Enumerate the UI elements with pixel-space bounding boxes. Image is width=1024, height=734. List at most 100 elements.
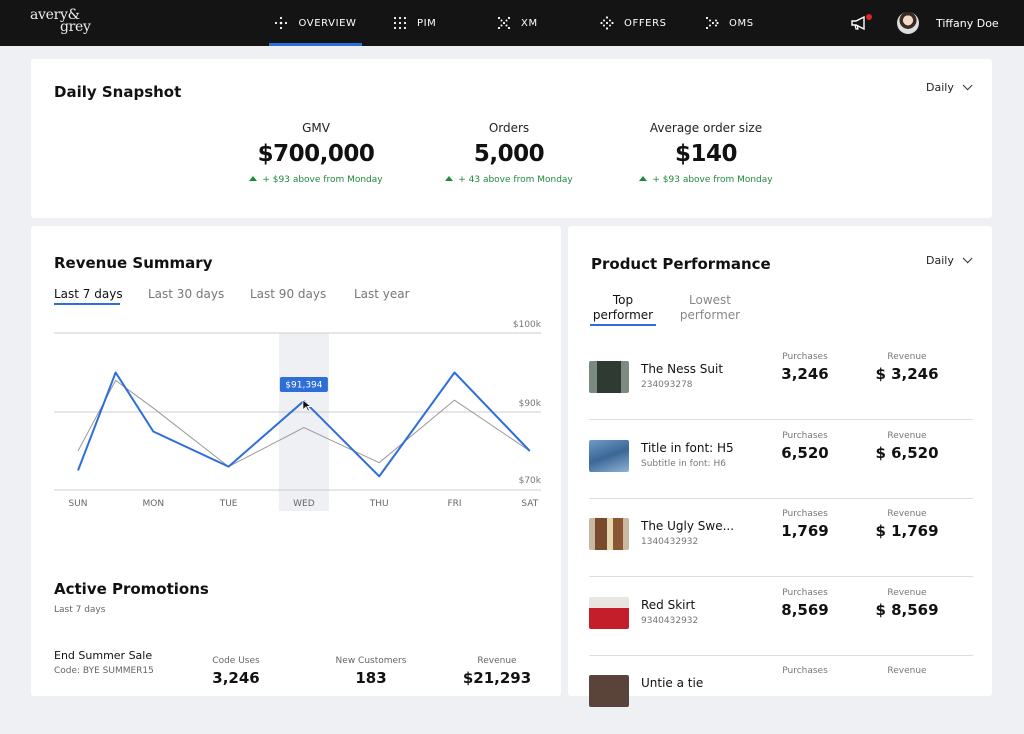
column-value: $ 6,520 <box>875 444 939 462</box>
x-tick-label: SUN <box>68 499 87 509</box>
dropdown-value: Daily <box>926 254 954 267</box>
promotion-code: Code: BYE SUMMER15 <box>54 666 154 676</box>
column-value: 6,520 <box>781 444 829 462</box>
nav-tab-offers[interactable]: OFFERS <box>600 0 667 46</box>
column-header: Code Uses <box>212 656 260 666</box>
metric-delta-text: + $93 above from Monday <box>262 175 383 185</box>
dropdown-value: Daily <box>926 81 954 94</box>
product-subtitle: Subtitle in font: H6 <box>641 459 726 469</box>
column-header: Purchases <box>782 509 828 519</box>
product-thumbnail <box>589 597 629 629</box>
column-header: Revenue <box>477 656 517 666</box>
column-header: Purchases <box>782 666 828 676</box>
column-header: Revenue <box>887 431 927 441</box>
nav-label: OVERVIEW <box>298 17 357 29</box>
promotion-new-customers: New Customers 183 <box>311 656 431 687</box>
notification-dot <box>866 14 872 20</box>
metric-value: $700,000 <box>257 141 375 167</box>
product-row[interactable]: Untie a tie Purchases Revenue <box>589 656 973 734</box>
tab-top-performer[interactable]: Top performer <box>590 293 656 323</box>
product-purchases: Purchases 6,520 <box>755 431 855 462</box>
nav-tab-pim[interactable]: PIM <box>393 0 436 46</box>
column-value: $21,293 <box>462 669 532 687</box>
snapshot-period-dropdown[interactable]: Daily <box>926 80 973 94</box>
metric-value: $140 <box>674 141 738 167</box>
product-name: The Ugly Swe... <box>641 519 735 533</box>
column-header: Revenue <box>887 509 927 519</box>
chevron-down-icon <box>962 80 973 91</box>
product-sku: 9340432932 <box>641 616 699 626</box>
column-header: Revenue <box>887 666 927 676</box>
column-value: $ 1,769 <box>875 522 939 540</box>
product-name: The Ness Suit <box>641 362 724 376</box>
column-header: Purchases <box>782 352 828 362</box>
active-tab-underline <box>590 324 656 326</box>
x-dots-icon <box>497 16 511 30</box>
y-tick-label: $100k <box>513 320 542 330</box>
product-period-dropdown[interactable]: Daily <box>926 253 973 267</box>
nav-label: OMS <box>729 17 754 29</box>
tab-label-line: Lowest <box>689 293 731 307</box>
column-value: 1,769 <box>781 522 829 540</box>
metric-label: Average order size <box>649 121 763 135</box>
promotion-code-uses: Code Uses 3,246 <box>176 656 296 687</box>
product-purchases: Purchases 8,569 <box>755 588 855 619</box>
column-header: Revenue <box>887 588 927 598</box>
nav-tab-oms[interactable]: OMS <box>705 0 754 46</box>
active-promotions-title: Active Promotions <box>54 580 209 598</box>
metric-gmv: GMV $700,000 + $93 above from Monday <box>216 121 416 185</box>
metric-delta: + $93 above from Monday <box>216 175 416 185</box>
active-tab-indicator <box>269 43 362 46</box>
x-tick-label: FRI <box>447 499 461 509</box>
column-header: New Customers <box>335 656 407 666</box>
product-name: Title in font: H5 <box>641 441 734 455</box>
metric-average-order-size: Average order size $140 + $93 above from… <box>606 121 806 185</box>
column-value: 3,246 <box>212 669 260 687</box>
metric-label: GMV <box>302 121 330 135</box>
column-value: $ 3,246 <box>875 365 939 383</box>
metric-delta-text: + $93 above from Monday <box>652 175 773 185</box>
highlight-band <box>278 333 329 511</box>
brand-logo[interactable]: avery& grey <box>30 8 100 34</box>
product-name: Red Skirt <box>641 598 696 612</box>
product-revenue: Revenue $ 8,569 <box>857 588 957 619</box>
product-purchases: Purchases 1,769 <box>755 509 855 540</box>
product-thumbnail <box>589 675 629 707</box>
column-value: 183 <box>355 669 387 687</box>
product-row[interactable]: Red Skirt 9340432932 Purchases 8,569 Reve… <box>589 578 973 656</box>
product-thumbnail <box>589 440 629 472</box>
active-promotions-subtitle: Last 7 days <box>54 605 106 615</box>
metric-delta: + 43 above from Monday <box>409 175 609 185</box>
up-arrow-icon <box>445 176 454 181</box>
x-tick-label: WED <box>293 499 315 509</box>
nav-label: OFFERS <box>624 17 667 29</box>
snapshot-title: Daily Snapshot <box>54 83 182 101</box>
nav-tab-overview[interactable]: OVERVIEW <box>269 0 362 46</box>
product-title: Product Performance <box>591 255 771 273</box>
product-thumbnail <box>589 518 629 550</box>
product-row[interactable]: The Ness Suit 234093278 Purchases 3,246 R… <box>589 342 973 420</box>
user-name[interactable]: Tiffany Doe <box>936 17 999 30</box>
sparkle-icon <box>274 16 288 30</box>
nav-tab-xm[interactable]: XM <box>497 0 538 46</box>
daily-snapshot-card: Daily Snapshot Daily GMV $700,000 + $93 … <box>31 59 992 218</box>
metric-label: Orders <box>488 121 530 135</box>
product-revenue: Revenue <box>857 666 957 676</box>
product-row[interactable]: The Ugly Swe... 1340432932 Purchases 1,76… <box>589 499 973 577</box>
product-sku: 1340432932 <box>641 537 699 547</box>
y-tick-label: $90k <box>519 399 542 409</box>
product-revenue: Revenue $ 1,769 <box>857 509 957 540</box>
promotion-name[interactable]: End Summer Sale <box>54 649 152 662</box>
x-axis-labels: SUN MON TUE WED THU FRI SAT <box>68 499 538 509</box>
up-arrow-icon <box>639 176 648 181</box>
tab-lowest-performer[interactable]: Lowest performer <box>675 293 745 323</box>
product-sku: 234093278 <box>641 380 693 390</box>
product-thumbnail <box>589 361 629 393</box>
column-value: $ 8,569 <box>875 601 939 619</box>
column-header: Revenue <box>887 352 927 362</box>
revenue-line-chart: $100k $90k $70k SUN MON TUE WED THU FRI SAT $9… <box>54 320 542 511</box>
chart-tooltip: $91,394 <box>279 376 328 392</box>
avatar[interactable] <box>897 12 919 34</box>
product-row[interactable]: Title in font: H5 Subtitle in font: H6 P… <box>589 421 973 499</box>
product-revenue: Revenue $ 3,246 <box>857 352 957 383</box>
